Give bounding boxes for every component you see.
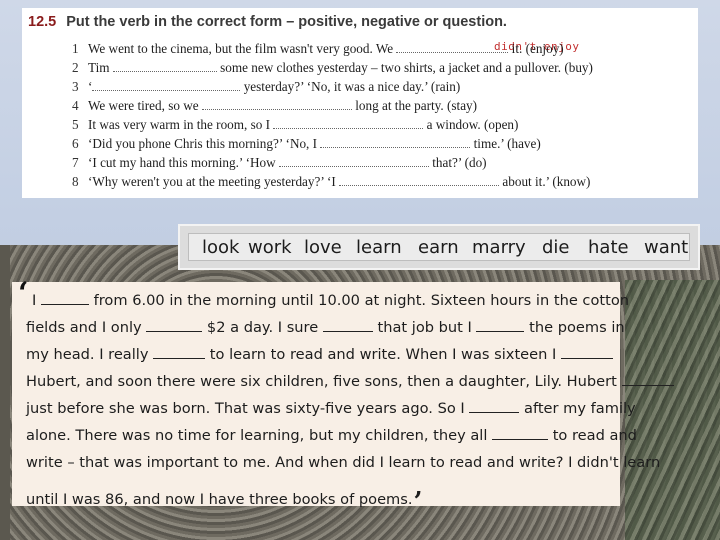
word-die: die [542, 237, 570, 258]
story-blank[interactable] [40, 292, 89, 305]
story-text: fields and I only [26, 319, 147, 336]
story-line: write – that was important to me. And wh… [26, 454, 660, 471]
item-text: It was very warm in the room, so I [88, 117, 274, 132]
exercise-item: 2 Tim some new clothes yesterday – two sh… [72, 60, 593, 76]
story-text: alone. There was no time for learning, b… [26, 427, 493, 444]
story-panel: ‘ I from 6.00 in the morning until 10.00… [12, 276, 674, 517]
story-line: alone. There was no time for learning, b… [26, 427, 637, 444]
exercise-item: 8 ‘Why weren't you at the meeting yesterd… [72, 174, 590, 190]
story-text: to learn to read and write. When I was s… [205, 346, 561, 363]
answer-blank[interactable] [112, 61, 217, 72]
word-earn: earn [418, 237, 459, 258]
item-text: Tim [88, 60, 113, 75]
item-text: long at the party. (stay) [351, 98, 478, 113]
exercise-number: 12.5 [28, 14, 57, 30]
word-want: want [644, 237, 689, 258]
item-text: ‘I cut my hand this morning.’ ‘How [88, 155, 279, 170]
story-text: that job but I [372, 319, 477, 336]
word-learn: learn [356, 237, 402, 258]
story-line: my head. I really to learn to read and w… [26, 346, 613, 363]
item-number: 8 [72, 174, 79, 189]
item-number: 3 [72, 79, 79, 94]
exercise-instruction: Put the verb in the correct form – posit… [66, 14, 507, 30]
item-text: time.’ (have) [470, 136, 541, 151]
word-marry: marry [472, 237, 526, 258]
story-blank[interactable] [560, 346, 613, 359]
story-blank[interactable] [153, 346, 206, 359]
item-text: We were tired, so we [88, 98, 202, 113]
story-line: I from 6.00 in the morning until 10.00 a… [32, 292, 629, 309]
story-text: after my family [519, 400, 636, 417]
item-text: it. (enjoy) [508, 41, 564, 56]
answer-blank[interactable] [396, 42, 509, 53]
story-text: to read and [548, 427, 637, 444]
exercise-item: 6 ‘Did you phone Chris this morning?’ ‘No… [72, 136, 541, 152]
item-number: 7 [72, 155, 79, 170]
answer-blank[interactable] [92, 80, 241, 91]
item-number: 1 [72, 41, 79, 56]
story-text: until I was 86, and now I have three boo… [26, 491, 413, 508]
item-text: a window. (open) [423, 117, 519, 132]
word-love: love [304, 237, 342, 258]
item-text: yesterday?’ ‘No, it was a nice day.’ (ra… [240, 79, 461, 94]
item-number: 4 [72, 98, 79, 113]
story-blank[interactable] [621, 373, 674, 386]
opening-quote: ‘ [18, 276, 29, 311]
answer-blank[interactable] [201, 99, 352, 110]
answer-blank[interactable] [339, 175, 500, 186]
item-number: 2 [72, 60, 79, 75]
item-text: some new clothes yesterday – two shirts,… [216, 60, 593, 75]
exercise-panel: 12.5 Put the verb in the correct form – p… [22, 8, 698, 198]
item-text: ‘Did you phone Chris this morning?’ ‘No,… [88, 136, 321, 151]
answer-blank[interactable] [273, 118, 424, 129]
exercise-item: 1 We went to the cinema, but the film was… [72, 41, 564, 57]
story-blank[interactable] [492, 427, 549, 440]
story-text: my head. I really [26, 346, 154, 363]
word-work: work [248, 237, 292, 258]
story-text: from 6.00 in the morning until 10.00 at … [88, 292, 630, 309]
answer-blank[interactable] [278, 156, 429, 167]
story-blank[interactable] [476, 319, 525, 332]
exercise-item: 7 ‘I cut my hand this morning.’ ‘How that… [72, 155, 487, 171]
answer-blank[interactable] [320, 137, 471, 148]
word-look: look [202, 237, 240, 258]
word-hate: hate [588, 237, 629, 258]
story-blank[interactable] [469, 400, 520, 413]
item-text: We went to the cinema, but the film wasn… [88, 41, 397, 56]
item-text: ‘Why weren't you at the meeting yesterda… [88, 174, 340, 189]
story-text: just before she was born. That was sixty… [26, 400, 470, 417]
exercise-item: 3 ‘ yesterday?’ ‘No, it was a nice day.’ … [72, 79, 460, 95]
closing-quote: ’ [413, 487, 423, 517]
story-text: the poems in [524, 319, 625, 336]
word-box: look work love learn earn marry die hate… [178, 224, 700, 270]
plant-photo-strip [625, 280, 720, 540]
exercise-item: 5 It was very warm in the room, so I a wi… [72, 117, 518, 133]
story-text: $2 a day. I sure [202, 319, 323, 336]
item-text: about it.’ (know) [499, 174, 591, 189]
item-text: that?’ (do) [428, 155, 487, 170]
story-line: just before she was born. That was sixty… [26, 400, 636, 417]
exercise-item: 4 We were tired, so we long at the party.… [72, 98, 477, 114]
story-line: fields and I only $2 a day. I sure that … [26, 319, 625, 336]
item-number: 6 [72, 136, 79, 151]
story-text: write – that was important to me. And wh… [26, 454, 661, 471]
story-text: I [32, 292, 41, 309]
story-blank[interactable] [322, 319, 373, 332]
exercise-heading: 12.5 Put the verb in the correct form – p… [28, 14, 507, 30]
ground-photo-edge [0, 245, 10, 540]
story-text: Hubert, and soon there were six children… [26, 373, 622, 390]
story-line: Hubert, and soon there were six children… [26, 373, 674, 390]
story-blank[interactable] [146, 319, 203, 332]
item-number: 5 [72, 117, 79, 132]
story-line: until I was 86, and now I have three boo… [26, 481, 423, 517]
